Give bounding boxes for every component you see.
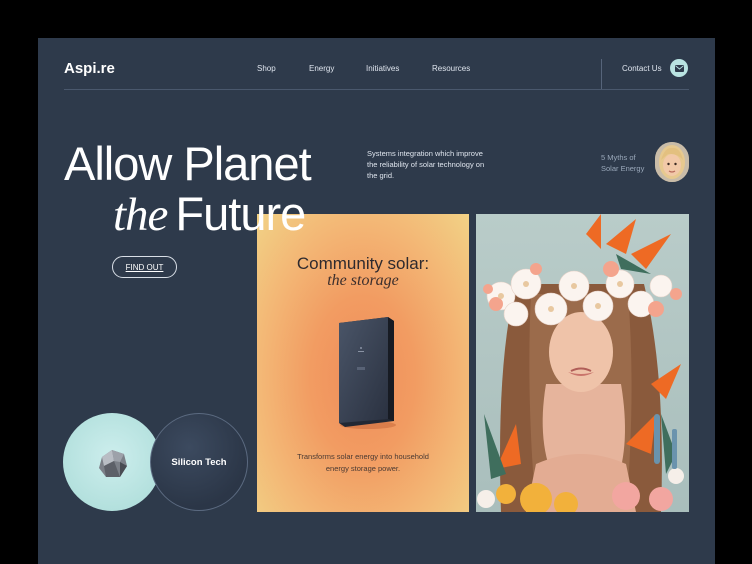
hero-title-line1: Allow Planet: [64, 137, 312, 190]
nav-initiatives[interactable]: Initiatives: [366, 64, 399, 73]
hero-title-future: Future: [175, 187, 306, 240]
hero-title-italic: the: [113, 189, 168, 241]
battery-device-image: [339, 317, 396, 429]
silicon-rock-image: [99, 450, 127, 477]
mail-icon: [674, 64, 684, 72]
avatar[interactable]: [655, 142, 689, 182]
nav-resources[interactable]: Resources: [432, 64, 470, 73]
myths-link[interactable]: 5 Myths of Solar Energy: [601, 153, 651, 174]
find-out-button[interactable]: FIND OUT: [112, 256, 177, 278]
contact-link[interactable]: Contact Us: [622, 64, 662, 73]
brand-logo[interactable]: Aspi.re: [64, 60, 115, 77]
header-divider: [64, 89, 689, 90]
card-title: Community solar:: [296, 254, 430, 273]
hero-title-line2: the Future: [113, 186, 306, 242]
storage-card[interactable]: Community solar: the storage Transforms …: [257, 214, 469, 512]
mail-button[interactable]: [670, 59, 688, 77]
avatar-illustration: [655, 142, 689, 182]
card-description: Transforms solar energy into household e…: [297, 452, 429, 473]
nav-shop[interactable]: Shop: [257, 64, 276, 73]
card-subtitle: the storage: [327, 272, 399, 289]
nav-divider: [601, 59, 602, 89]
silicon-tech-button[interactable]: Silicon Tech: [150, 413, 248, 511]
flower-portrait-image: [476, 214, 689, 512]
nav-energy[interactable]: Energy: [309, 64, 334, 73]
silicon-tech-label: Silicon Tech: [171, 456, 227, 468]
page: Aspi.re Shop Energy Initiatives Resource…: [38, 38, 715, 564]
intro-text: Systems integration which improve the re…: [367, 149, 485, 180]
